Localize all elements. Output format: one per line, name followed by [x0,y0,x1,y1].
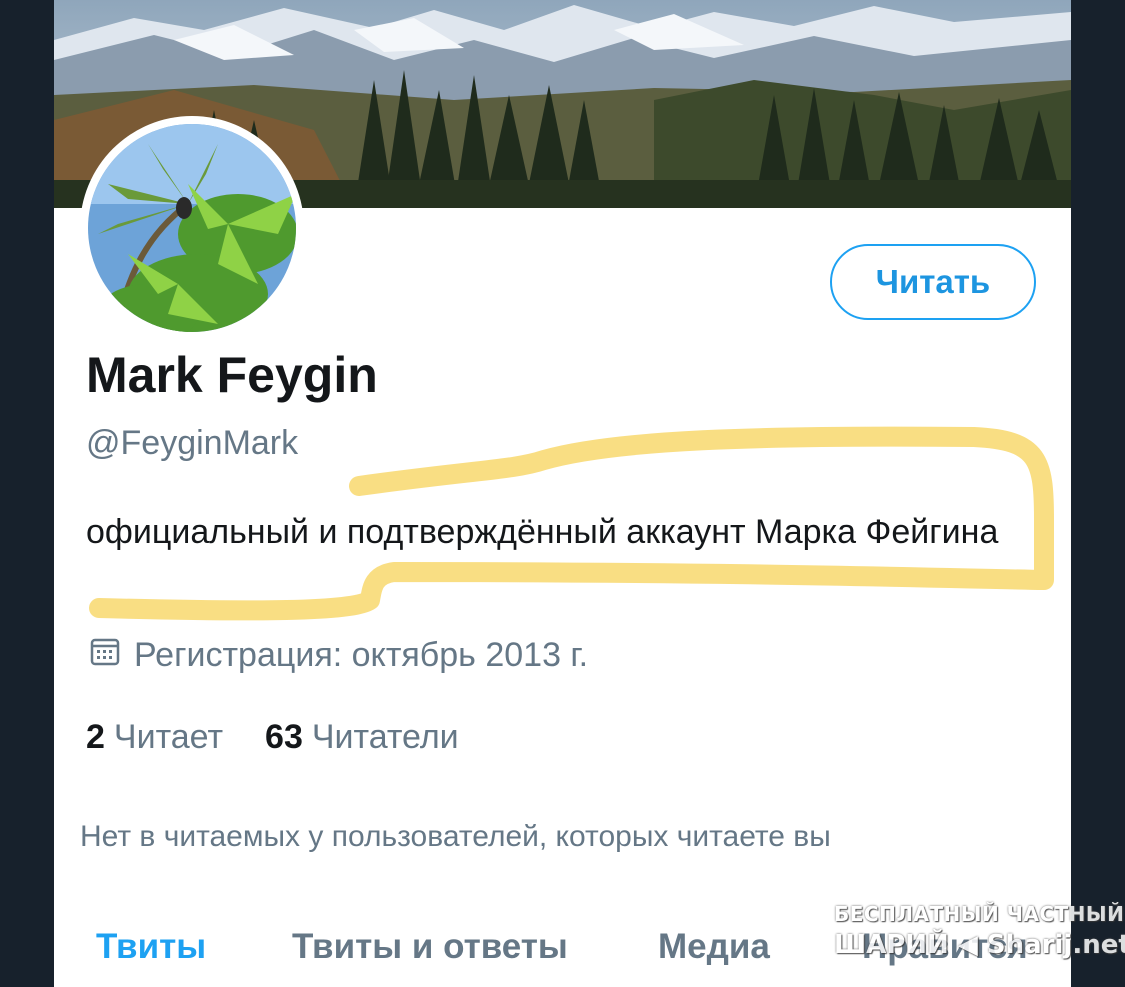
tab-likes[interactable]: Нравится [862,927,1028,967]
following-label: Читает [113,718,224,756]
screen-frame-left [0,0,54,987]
following-link[interactable]: 2 Читает [86,718,223,757]
following-count: 2 [86,718,105,756]
followers-count: 63 [265,718,303,756]
joined-label: Регистрация: октябрь 2013 г. [134,636,589,674]
follow-button[interactable]: Читать [830,244,1036,320]
profile-display-name: Mark Feygin [86,347,378,403]
tab-tweets-and-replies[interactable]: Твиты и ответы [292,927,568,967]
profile-card: Читать Mark Feygin @FeyginMark официальн… [54,0,1071,987]
tab-tweets[interactable]: Твиты [96,927,206,967]
profile-bio: официальный и подтверждённый аккаунт Мар… [86,513,999,551]
tab-media[interactable]: Медиа [658,927,770,967]
profile-tabs: Твиты Твиты и ответы Медиа Нравится [54,915,1071,987]
profile-handle[interactable]: @FeyginMark [86,424,298,463]
followed-by-text: Нет в читаемых у пользователей, которых … [80,820,831,853]
calendar-icon [90,636,120,675]
profile-avatar[interactable] [80,116,304,340]
profile-joined: Регистрация: октябрь 2013 г. [90,636,588,675]
followers-link[interactable]: 63 Читатели [265,718,459,757]
screen-frame-right [1071,0,1125,987]
followers-label: Читатели [311,718,459,756]
profile-stats: 2 Читает 63 Читатели [86,718,459,757]
